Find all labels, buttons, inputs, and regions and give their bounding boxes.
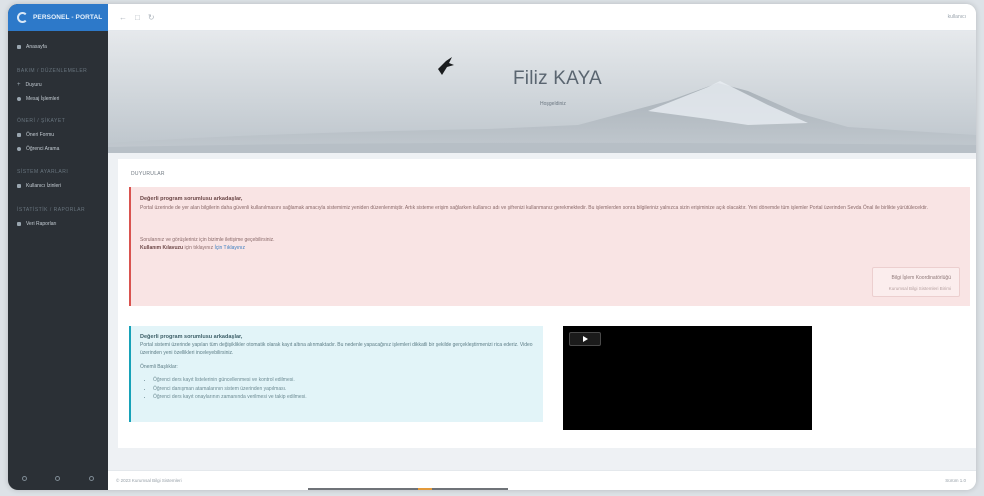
form-icon: [17, 133, 21, 137]
video-player[interactable]: [563, 326, 812, 430]
alert-paragraph: Portal sistemi üzerinde yapılan tüm deği…: [140, 342, 533, 356]
power-icon[interactable]: [88, 475, 94, 481]
sidebar-item-label: Veri Raporları: [26, 221, 57, 227]
sidebar: PERSONEL - PORTAL Anasayfa BAKIM / DÜZEN…: [8, 4, 108, 490]
announcement-alert-info: Değerli program sorumlusu arkadaşlar, Po…: [129, 326, 543, 422]
alert-paragraph: Sorularınız ve görüşleriniz için bizimle…: [140, 237, 275, 243]
topbar: ← □ ↻ kullanıcı: [108, 4, 976, 31]
guide-link[interactable]: İçin Tıklayınız: [214, 245, 244, 251]
signature-box: Bilgi İşlem Koordinatörlüğü Kurumsal Bil…: [872, 267, 960, 297]
profile-name: Filiz KAYA: [513, 68, 602, 89]
key-icon: [17, 184, 21, 188]
sidebar-item-label: Kullanıcı İzinleri: [26, 183, 62, 189]
sidebar-item-raporlar[interactable]: Veri Raporları: [17, 221, 57, 227]
sidebar-item-label: Öğrenci Arama: [26, 146, 60, 152]
sidebar-item-duyuru[interactable]: + Duyuru: [17, 82, 42, 88]
sidebar-section-title: ÖNERİ / ŞİKAYET: [17, 118, 66, 124]
sidebar-item-label: Anasayfa: [26, 44, 47, 50]
topbar-icons: ← □ ↻: [119, 13, 155, 22]
alert-heading: Değerli program sorumlusu arkadaşlar,: [140, 334, 243, 340]
announcement-alert-danger: Değerli program sorumlusu arkadaşlar, Po…: [129, 187, 970, 306]
list-item: Öğrenci ders kayıt listelerinin güncelle…: [153, 376, 537, 385]
user-menu[interactable]: kullanıcı: [948, 14, 966, 20]
alert-paragraph: Önemli Başlıklar:: [140, 364, 178, 370]
alert-heading: Değerli program sorumlusu arkadaşlar,: [140, 196, 243, 202]
sidebar-item-label: Duyuru: [25, 82, 42, 88]
home-icon: [17, 45, 21, 49]
main-content: DUYURULAR Değerli program sorumlusu arka…: [108, 153, 976, 470]
scrollbar[interactable]: [308, 488, 508, 490]
user-icon: [17, 97, 21, 101]
sidebar-item-izinler[interactable]: Kullanıcı İzinleri: [17, 183, 61, 189]
play-button[interactable]: [569, 332, 601, 346]
settings-icon[interactable]: [22, 475, 28, 481]
mountain-background: [108, 57, 976, 153]
expand-icon[interactable]: □: [135, 13, 140, 22]
profile-role: Hoşgeldiniz: [540, 101, 566, 107]
card-title: DUYURULAR: [131, 171, 165, 177]
sidebar-section-title: BAKIM / DÜZENLEMELER: [17, 68, 88, 74]
footer-copyright: © 2023 Kurumsal Bilgi Sistemleri: [116, 478, 182, 483]
sidebar-item-anasayfa[interactable]: Anasayfa: [17, 44, 47, 50]
sidebar-item-mesaj[interactable]: Mesaj İşlemleri: [17, 96, 59, 102]
play-icon: [582, 336, 588, 342]
announcements-card: DUYURULAR Değerli program sorumlusu arka…: [118, 159, 976, 448]
list-item: Öğrenci danışman atamalarının sistem üze…: [153, 385, 537, 394]
sidebar-section-title: SİSTEM AYARLARI: [17, 169, 69, 175]
footer-version: Sürüm 1.0: [945, 478, 966, 483]
sidebar-item-arama[interactable]: Öğrenci Arama: [17, 146, 59, 152]
brand-bar[interactable]: PERSONEL - PORTAL: [8, 4, 108, 31]
sidebar-item-label: Mesaj İşlemleri: [26, 96, 60, 102]
list-item: Öğrenci ders kayıt onaylarının zamanında…: [153, 393, 537, 402]
guide-label: Kullanım Kılavuzu: [140, 245, 184, 251]
chart-icon: [17, 222, 21, 226]
sidebar-footer: [8, 466, 108, 490]
alert-list: Öğrenci ders kayıt listelerinin güncelle…: [147, 376, 537, 402]
scrollbar-thumb[interactable]: [418, 488, 432, 490]
plus-icon: +: [17, 82, 21, 88]
refresh-icon[interactable]: ↻: [148, 13, 155, 22]
sidebar-item-label: Öneri Formu: [26, 132, 55, 138]
alert-guide-line: Kullanım Kılavuzu için tıklayınız İçin T…: [140, 244, 245, 252]
alert-paragraph: Portal üzerinde de yer alan bilgilerin d…: [140, 205, 928, 211]
app-window: PERSONEL - PORTAL Anasayfa BAKIM / DÜZEN…: [8, 4, 976, 490]
sidebar-section-title: İSTATİSTİK / RAPORLAR: [17, 207, 86, 213]
sidebar-item-oneri[interactable]: Öneri Formu: [17, 132, 54, 138]
page-footer: © 2023 Kurumsal Bilgi Sistemleri Sürüm 1…: [108, 470, 976, 490]
signature-line: Kurumsal Bilgi Sistemleri Birimi: [888, 286, 951, 291]
signature-line: Bilgi İşlem Koordinatörlüğü: [891, 275, 951, 281]
guide-text: için tıklayınız: [183, 245, 215, 251]
profile-banner: Filiz KAYA Hoşgeldiniz: [108, 31, 976, 153]
lock-icon[interactable]: [55, 475, 61, 481]
search-icon: [17, 147, 21, 151]
brand-title: PERSONEL - PORTAL: [33, 14, 103, 21]
brand-logo-icon: [17, 12, 28, 23]
bird-icon: [438, 57, 454, 75]
back-arrow-icon[interactable]: ←: [119, 13, 127, 22]
